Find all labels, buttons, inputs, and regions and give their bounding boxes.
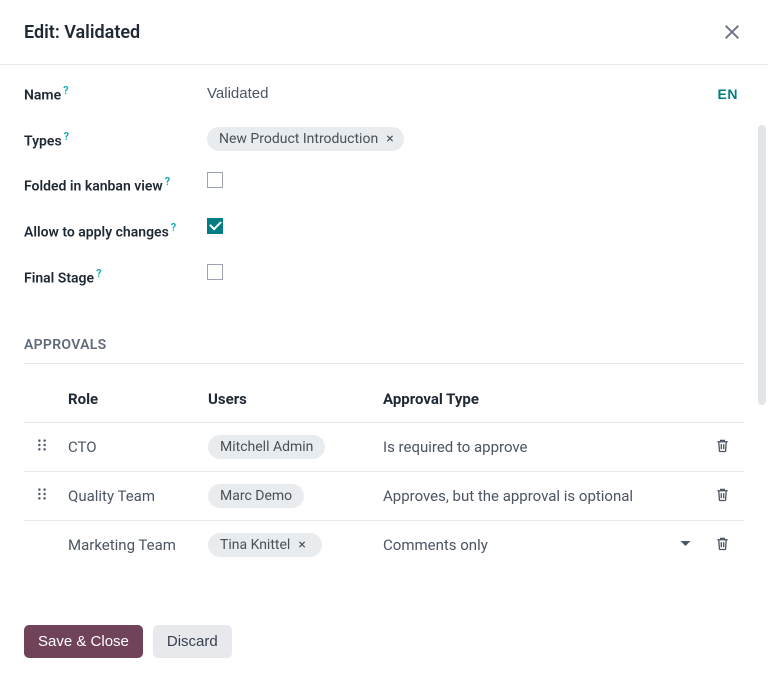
modal-header: Edit: Validated [0,0,768,65]
approvals-header-row: Role Users Approval Type [24,376,744,423]
label-types: Types? [24,127,199,153]
label-types-text: Types [24,133,62,149]
type-tag-label: New Product Introduction [219,131,378,147]
approval-type-label: Approves, but the approval is optional [383,487,633,505]
help-icon[interactable]: ? [171,221,176,234]
user-tag[interactable]: Marc Demo [208,484,304,508]
label-folded-text: Folded in kanban view [24,179,163,195]
role-cell[interactable]: Quality Team [60,472,200,521]
value-folded [207,172,744,188]
field-types: Types? New Product Introduction × [24,127,744,153]
col-users: Users [200,376,375,423]
approval-type-label: Comments only [383,536,488,554]
delete-row-button[interactable] [709,486,736,506]
scrollbar-thumb[interactable] [758,125,766,405]
modal-footer: Save & Close Discard [0,611,768,676]
approval-type-label: Is required to approve [383,438,528,456]
user-tag[interactable]: Mitchell Admin [208,435,325,459]
drag-handle [24,521,60,570]
modal-body: Name? EN Types? New Product Introduction… [0,65,768,611]
role-cell[interactable]: Marketing Team [60,521,200,570]
final-checkbox[interactable] [207,264,223,280]
type-tag[interactable]: New Product Introduction × [207,127,404,151]
name-input[interactable] [207,81,407,106]
label-final-text: Final Stage [24,270,94,286]
approvals-section-title: Approvals [24,309,744,364]
approval-type-cell[interactable]: Comments only [375,521,701,570]
value-types[interactable]: New Product Introduction × [207,127,744,151]
users-cell[interactable]: Mitchell Admin [200,423,375,472]
label-allow: Allow to apply changes? [24,218,199,244]
col-delete [701,376,744,423]
label-name-text: Name [24,88,61,104]
table-row: CTO Mitchell Admin Is required to approve [24,423,744,472]
value-name: EN [207,81,744,106]
drag-handle[interactable] [24,423,60,472]
table-row: Quality Team Marc Demo Approves, but the a… [24,472,744,521]
value-final [207,264,744,280]
allow-checkbox[interactable] [207,218,223,234]
label-final: Final Stage? [24,264,199,290]
help-icon[interactable]: ? [96,267,101,280]
approvals-table: Role Users Approval Type CTO Mitchell Adm… [24,376,744,569]
remove-tag-icon[interactable]: × [382,132,397,146]
approval-type-cell[interactable]: Is required to approve [375,423,701,472]
user-tag-label: Tina Knittel [220,537,290,553]
modal-title: Edit: Validated [24,22,140,43]
field-name: Name? EN [24,81,744,107]
delete-cell [701,423,744,472]
help-icon[interactable]: ? [64,130,69,143]
field-final: Final Stage? [24,264,744,290]
col-handle [24,376,60,423]
user-tag[interactable]: Tina Knittel × [208,533,322,557]
users-cell[interactable]: Marc Demo [200,472,375,521]
edit-stage-modal: Edit: Validated Name? EN Types? New Prod… [0,0,768,676]
help-icon[interactable]: ? [165,175,170,188]
chevron-down-icon[interactable] [678,536,693,555]
value-allow [207,218,744,234]
delete-cell [701,472,744,521]
role-cell[interactable]: CTO [60,423,200,472]
field-allow: Allow to apply changes? [24,218,744,244]
delete-row-button[interactable] [709,437,736,457]
table-row: Marketing Team Tina Knittel × Comments only [24,521,744,570]
approval-type-cell[interactable]: Approves, but the approval is optional [375,472,701,521]
col-approval-type: Approval Type [375,376,701,423]
remove-user-icon[interactable]: × [294,538,309,552]
label-name: Name? [24,81,199,107]
discard-button[interactable]: Discard [153,625,232,658]
drag-handle[interactable] [24,472,60,521]
close-icon [722,22,742,42]
col-role: Role [60,376,200,423]
users-cell[interactable]: Tina Knittel × [200,521,375,570]
language-button[interactable]: EN [712,85,744,103]
delete-row-button[interactable] [709,535,736,555]
close-button[interactable] [718,18,746,46]
user-tag-label: Mitchell Admin [220,439,313,455]
folded-checkbox[interactable] [207,172,223,188]
label-allow-text: Allow to apply changes [24,225,169,241]
save-button[interactable]: Save & Close [24,625,143,658]
user-tag-label: Marc Demo [220,488,292,504]
label-folded: Folded in kanban view? [24,172,199,198]
help-icon[interactable]: ? [63,84,68,97]
field-folded: Folded in kanban view? [24,172,744,198]
delete-cell [701,521,744,570]
